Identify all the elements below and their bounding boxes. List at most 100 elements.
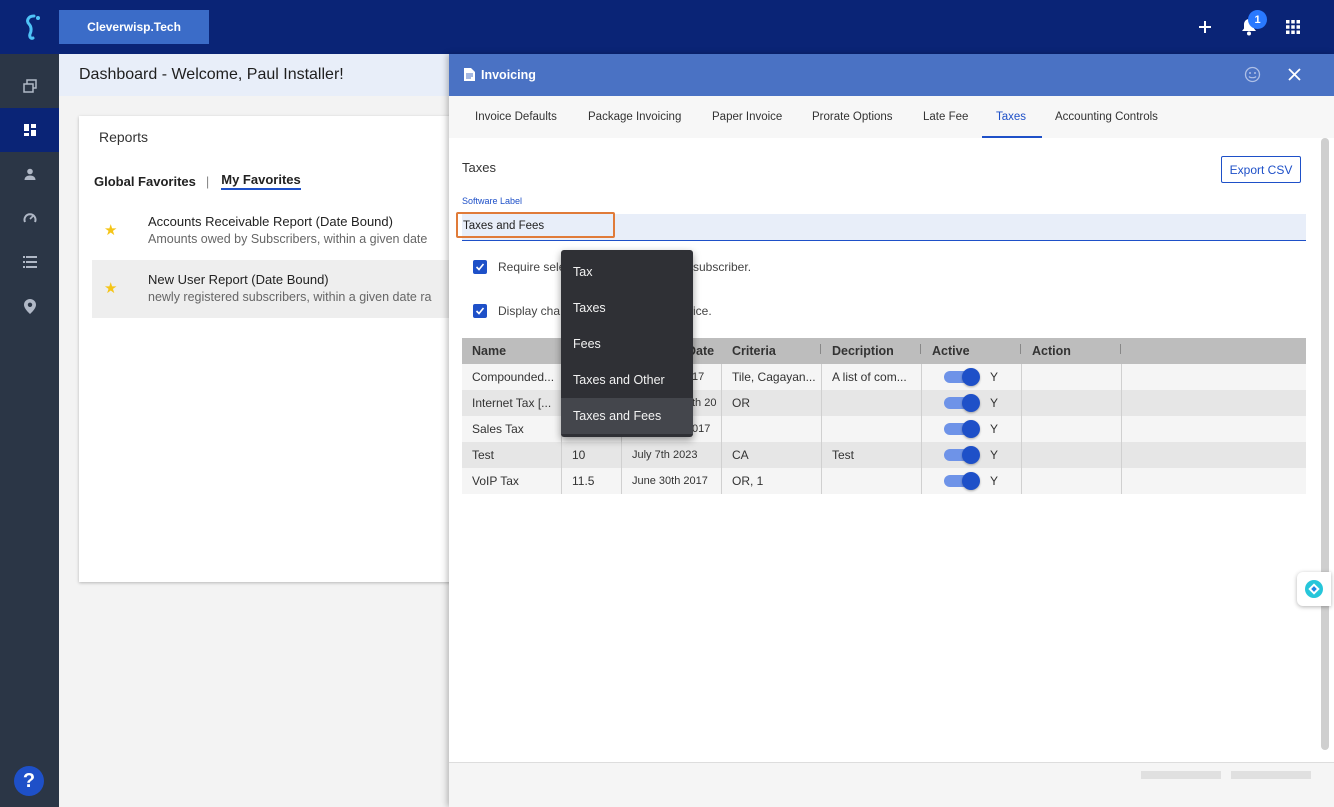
- cell-criteria: OR: [722, 390, 822, 416]
- header-description[interactable]: Decription: [822, 338, 922, 364]
- cell-action: [1022, 390, 1122, 416]
- footer-button[interactable]: [1141, 771, 1221, 779]
- cell-name: Compounded...: [462, 364, 562, 390]
- table-row[interactable]: Test 10 July 7th 2023 CA Test Y: [462, 442, 1306, 468]
- active-tab-indicator: [982, 136, 1042, 138]
- software-label-dropdown: Tax Taxes Fees Taxes and Other Taxes and…: [561, 250, 693, 437]
- person-icon[interactable]: [0, 152, 59, 196]
- apps-grid-icon[interactable]: [1281, 15, 1305, 39]
- report-item[interactable]: ★ Accounts Receivable Report (Date Bound…: [92, 202, 459, 260]
- cell-rate: 10: [562, 442, 622, 468]
- dropdown-option-fees[interactable]: Fees: [561, 326, 693, 362]
- location-icon[interactable]: [0, 284, 59, 328]
- close-icon[interactable]: [1286, 66, 1303, 88]
- dashboard-icon[interactable]: [0, 108, 59, 152]
- help-button[interactable]: ?: [14, 766, 44, 796]
- header-name[interactable]: Name: [462, 338, 562, 364]
- active-value: Y: [990, 474, 999, 488]
- report-item[interactable]: ★ New User Report (Date Bound) newly reg…: [92, 260, 459, 318]
- cell-name: VoIP Tax: [462, 468, 562, 494]
- star-icon[interactable]: ★: [104, 221, 117, 239]
- cell-rate: 11.5: [562, 468, 622, 494]
- tab-global-favorites[interactable]: Global Favorites: [94, 174, 196, 189]
- tab-my-favorites[interactable]: My Favorites: [221, 172, 301, 190]
- dropdown-option-taxes-and-other[interactable]: Taxes and Other: [561, 362, 693, 398]
- active-value: Y: [990, 370, 999, 384]
- company-button[interactable]: Cleverwisp.Tech: [59, 10, 209, 44]
- column-separator: [1020, 344, 1021, 354]
- export-csv-button[interactable]: Export CSV: [1221, 156, 1301, 183]
- cell-description: Test: [822, 442, 922, 468]
- software-label-value[interactable]: Taxes and Fees: [463, 220, 544, 232]
- logo-icon[interactable]: [18, 12, 46, 42]
- active-toggle[interactable]: [944, 446, 980, 464]
- report-name: New User Report (Date Bound): [148, 272, 329, 287]
- cell-name: Test: [462, 442, 562, 468]
- tab-bar: Invoice Defaults Package Invoicing Paper…: [449, 96, 1334, 138]
- cell-description: [822, 468, 922, 494]
- plus-icon[interactable]: [1193, 15, 1217, 39]
- require-checkbox[interactable]: [473, 260, 487, 274]
- table-row[interactable]: VoIP Tax 11.5 June 30th 2017 OR, 1 Y: [462, 468, 1306, 494]
- report-description: Amounts owed by Subscribers, within a gi…: [148, 232, 428, 246]
- cell-criteria: [722, 416, 822, 442]
- star-icon[interactable]: ★: [104, 279, 117, 297]
- document-icon: [464, 68, 475, 86]
- tab-late-fee[interactable]: Late Fee: [923, 111, 968, 123]
- dropdown-option-taxes-and-fees[interactable]: Taxes and Fees: [561, 398, 693, 434]
- cell-date: July 7th 2023: [622, 442, 722, 468]
- report-description: newly registered subscribers, within a g…: [148, 290, 432, 304]
- active-toggle[interactable]: [944, 472, 980, 490]
- cell-action: [1022, 442, 1122, 468]
- cell-action: [1022, 416, 1122, 442]
- active-value: Y: [990, 396, 999, 410]
- footer-button[interactable]: [1231, 771, 1311, 779]
- copy-icon[interactable]: [0, 64, 59, 108]
- tab-invoice-defaults[interactable]: Invoice Defaults: [475, 111, 557, 123]
- display-checkbox-label-tail: ice.: [693, 304, 712, 318]
- cell-action: [1022, 364, 1122, 390]
- cell-criteria: Tile, Cagayan...: [722, 364, 822, 390]
- active-toggle[interactable]: [944, 394, 980, 412]
- cell-name: Sales Tax: [462, 416, 562, 442]
- cell-description: [822, 390, 922, 416]
- sidebar: [0, 54, 59, 807]
- tab-paper-invoice[interactable]: Paper Invoice: [712, 111, 782, 123]
- tab-taxes[interactable]: Taxes: [996, 111, 1026, 123]
- column-separator: [1120, 344, 1121, 354]
- header-action[interactable]: Action: [1022, 338, 1122, 364]
- header-active[interactable]: Active: [922, 338, 1022, 364]
- tab-prorate-options[interactable]: Prorate Options: [812, 111, 893, 123]
- vertical-scrollbar[interactable]: [1321, 138, 1329, 750]
- panel-title: Invoicing: [481, 68, 536, 82]
- cell-name: Internet Tax [...: [462, 390, 562, 416]
- list-icon[interactable]: [0, 240, 59, 284]
- require-checkbox-label: Require sele: [498, 260, 566, 274]
- tab-separator: |: [205, 173, 210, 189]
- tab-package-invoicing[interactable]: Package Invoicing: [588, 111, 681, 123]
- cell-criteria: CA: [722, 442, 822, 468]
- report-name: Accounts Receivable Report (Date Bound): [148, 214, 393, 229]
- tab-accounting-controls[interactable]: Accounting Controls: [1055, 111, 1158, 123]
- dashboard-header: Dashboard - Welcome, Paul Installer!: [59, 54, 459, 96]
- panel-header: Invoicing: [449, 54, 1334, 96]
- panel-footer: [449, 762, 1334, 807]
- dropdown-option-taxes[interactable]: Taxes: [561, 290, 693, 326]
- display-checkbox[interactable]: [473, 304, 487, 318]
- column-separator: [920, 344, 921, 354]
- reports-card: Reports Global Favorites | My Favorites …: [79, 116, 459, 582]
- page-title: Dashboard - Welcome, Paul Installer!: [79, 66, 344, 83]
- favorites-tabs: Global Favorites | My Favorites: [94, 172, 301, 190]
- active-toggle[interactable]: [944, 420, 980, 438]
- top-bar: Cleverwisp.Tech 1: [0, 0, 1334, 54]
- feedback-smile-icon[interactable]: [1244, 66, 1261, 88]
- speed-icon[interactable]: [0, 196, 59, 240]
- cell-description: [822, 416, 922, 442]
- header-criteria[interactable]: Criteria: [722, 338, 822, 364]
- active-toggle[interactable]: [944, 368, 980, 386]
- section-title: Taxes: [462, 160, 496, 175]
- assistant-widget-icon[interactable]: [1297, 572, 1331, 606]
- dropdown-option-tax[interactable]: Tax: [561, 254, 693, 290]
- column-separator: [820, 344, 821, 354]
- require-checkbox-label-tail: subscriber.: [693, 260, 752, 274]
